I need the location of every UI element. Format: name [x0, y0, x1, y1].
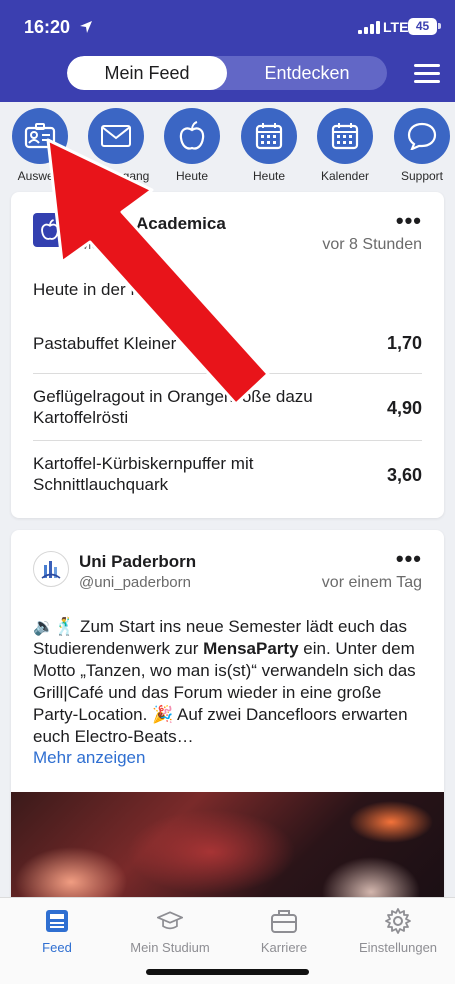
battery-cap [438, 23, 441, 29]
more-options-icon[interactable]: ••• [396, 548, 422, 570]
feed-card-uni-paderborn[interactable]: Uni Paderborn @uni_paderborn ••• vor ein… [11, 530, 444, 910]
card-timestamp: vor 8 Stunden [322, 236, 422, 253]
tab-mein-feed[interactable]: Mein Feed [67, 56, 227, 90]
menu-item-name: Pastabuffet Kleiner Teller [33, 334, 222, 353]
quick-actions: Ausweis Posteingang Heute Heute Kalender… [0, 102, 455, 188]
home-indicator [146, 969, 309, 975]
tab-feed[interactable]: Feed [2, 908, 112, 955]
menu-item: Kartoffel-Kürbiskernpuffer mit Schnittla… [33, 442, 422, 508]
card-timestamp: vor einem Tag [321, 574, 422, 591]
menu-item: Pastabuffet Kleiner Teller 1,70 [33, 320, 422, 374]
tab-einstellungen[interactable]: Einstellungen [343, 908, 453, 955]
apple-icon [164, 108, 220, 164]
menu-item-price: 3,60 [386, 465, 422, 485]
uni-paderborn-logo [33, 551, 69, 587]
menu-item-price: 4,90 [386, 398, 422, 418]
battery-icon: 45 [408, 18, 437, 35]
card-title: Mensa Academica [79, 214, 226, 233]
tab-entdecken[interactable]: Entdecken [227, 56, 387, 90]
post-text-bold: MensaParty [203, 639, 299, 658]
show-more-link[interactable]: Mehr anzeigen [33, 748, 145, 768]
quick-action-label: Support [400, 169, 444, 183]
signal-icon [358, 21, 380, 34]
quick-action-label: Posteingang [82, 169, 150, 183]
card-title: Uni Paderborn [79, 552, 197, 571]
status-bar: 16:20 LTE 45 [0, 0, 455, 52]
quick-action-heute-mensa[interactable]: Heute [152, 108, 232, 183]
hamburger-icon[interactable] [414, 64, 440, 84]
location-arrow-icon [80, 21, 92, 33]
menu-item-name: Kartoffel-Kürbiskernpuffer mit Schnittla… [33, 454, 254, 494]
quick-action-kalender[interactable]: Kalender [305, 108, 385, 183]
calendar-icon [241, 108, 297, 164]
chat-bubble-icon [394, 108, 450, 164]
menu-item-price: 1,70 [386, 333, 422, 353]
quick-action-ausweis[interactable]: Ausweis [0, 108, 80, 183]
quick-action-support[interactable]: Support [382, 108, 455, 183]
quick-action-label: Kalender [320, 169, 370, 183]
quick-action-label: Heute [252, 169, 286, 183]
briefcase-icon [271, 908, 297, 934]
post-text: 🔉🕺 Zum Start ins neue Semester lädt euch… [33, 616, 425, 748]
feed-segmented-control: Mein Feed Entdecken [67, 56, 387, 90]
quick-action-label: Heute [175, 169, 209, 183]
app-header: 16:20 LTE 45 Mein Feed Entdecken [0, 0, 455, 102]
calendar-icon [317, 108, 373, 164]
menu-heading: Heute in der Mensa: [33, 280, 187, 299]
more-options-icon[interactable]: ••• [396, 210, 422, 232]
gear-icon [385, 908, 411, 934]
post-image[interactable] [11, 792, 444, 910]
quick-action-label: Ausweis [17, 169, 63, 183]
tab-label: Karriere [260, 940, 308, 955]
mail-icon [88, 108, 144, 164]
feed-card-mensa[interactable]: Mensa Academica Mensa ••• vor 8 Stunden … [11, 192, 444, 518]
graduation-cap-icon [157, 908, 183, 934]
menu-item: Geflügelragout in Orangensoße dazu Karto… [33, 375, 422, 441]
quick-action-posteingang[interactable]: Posteingang [76, 108, 156, 183]
card-handle: Mensa [79, 236, 125, 253]
tab-label: Feed [42, 940, 72, 955]
id-card-icon [12, 108, 68, 164]
tab-karriere[interactable]: Karriere [229, 908, 339, 955]
card-handle: @uni_paderborn [79, 574, 191, 591]
menu-item-name: Geflügelragout in Orangensoße dazu Karto… [33, 387, 313, 427]
network-type: LTE [383, 19, 409, 35]
tab-mein-studium[interactable]: Mein Studium [115, 908, 225, 955]
feed-icon [44, 908, 70, 934]
tab-label: Mein Studium [130, 940, 210, 955]
tab-label: Einstellungen [358, 940, 438, 955]
mensa-avatar [33, 213, 67, 247]
status-time: 16:20 [24, 17, 71, 37]
quick-action-heute-termine[interactable]: Heute [229, 108, 309, 183]
